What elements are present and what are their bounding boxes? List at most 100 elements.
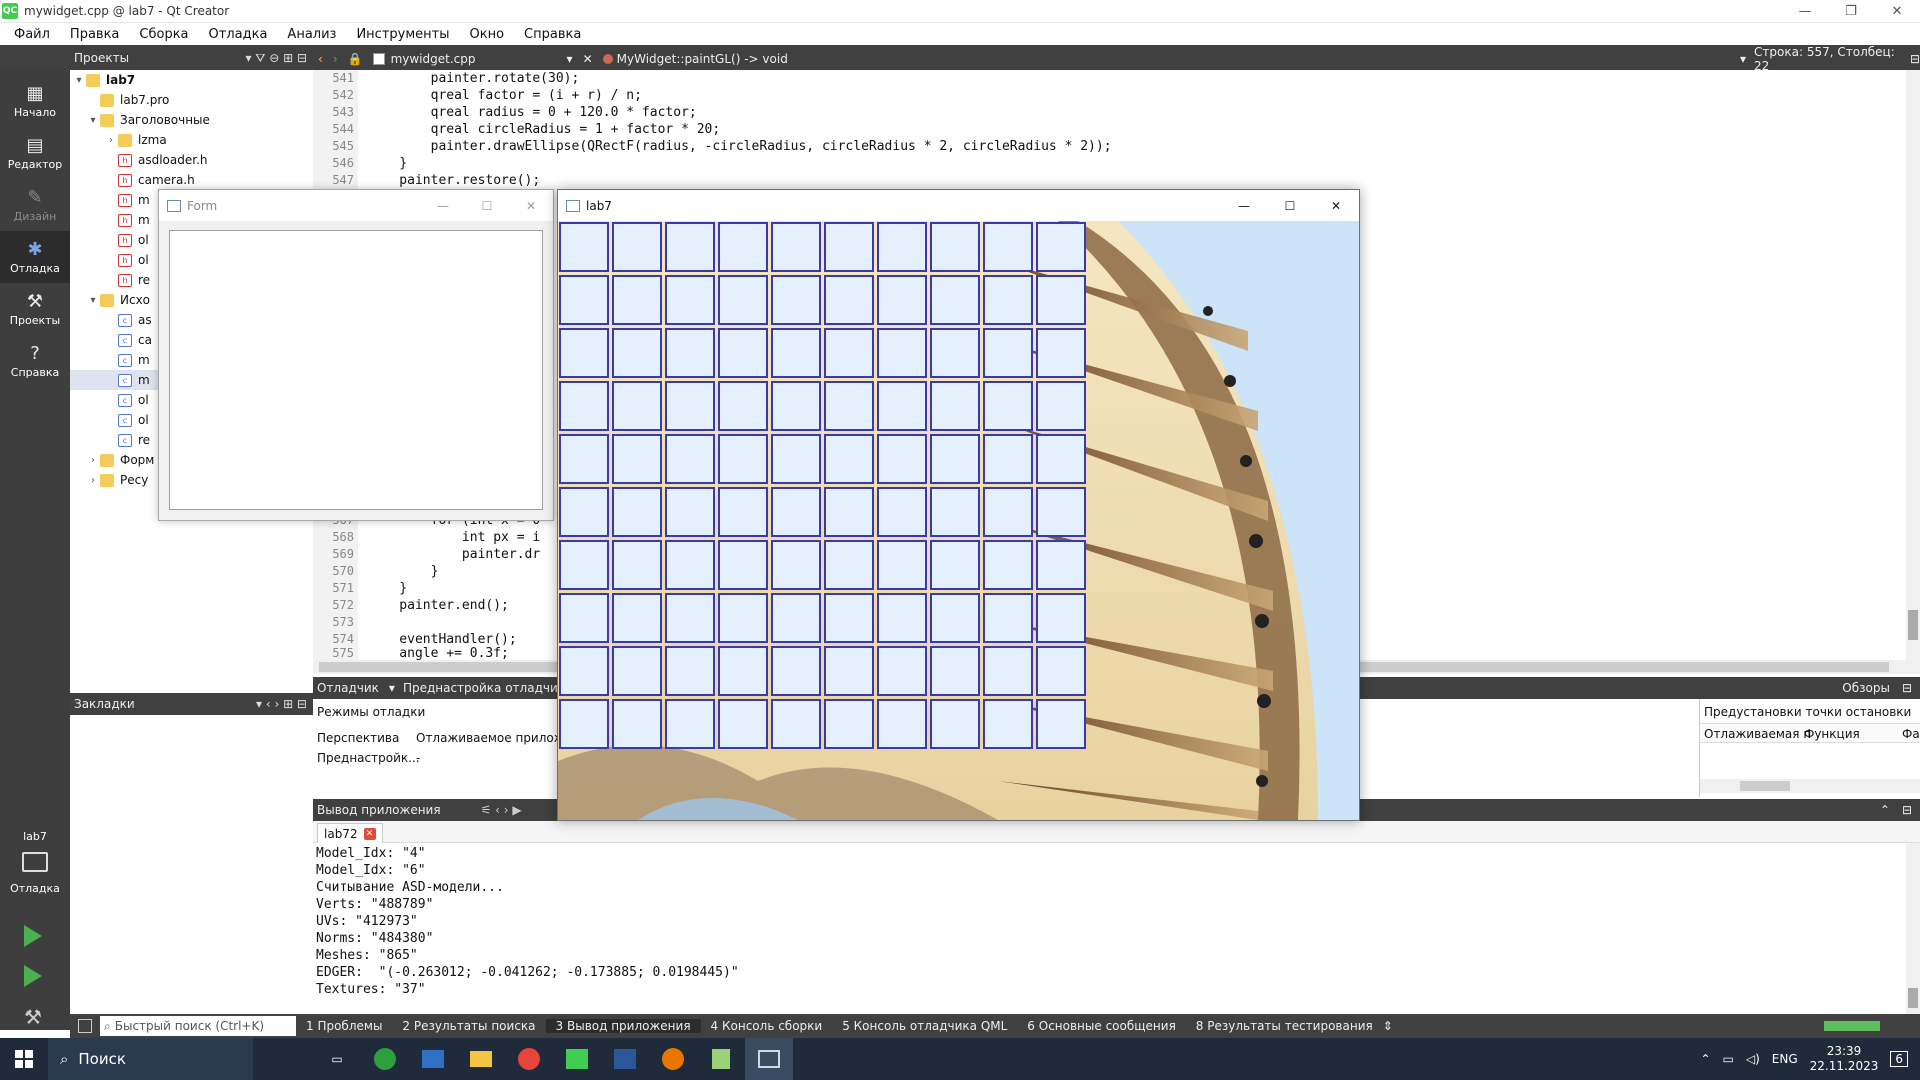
vertical-scrollbar[interactable] [1906,70,1920,660]
pane-app-output[interactable]: 3 Вывод приложения [545,1019,701,1033]
chevron-up-icon[interactable]: ⌃ [1700,1052,1710,1066]
yandex-browser-icon[interactable] [505,1038,553,1080]
minimize-button[interactable]: — [1782,0,1828,23]
bookmarks-options-icons[interactable]: ▾ ‹ › ⊞ ⊟ [256,697,307,711]
tree-item[interactable]: ▾ lab7 [70,70,313,90]
debugger-preset-tab[interactable]: Преднастройка отладчика [403,681,572,695]
pane-search-results[interactable]: 2 Результаты поиска [392,1019,545,1033]
task-view-icon[interactable]: ▭ [313,1038,361,1080]
restore-button[interactable]: ❐ [1828,0,1874,23]
close-file-icon[interactable]: ✕ [583,52,593,66]
output-toolbar-icons[interactable]: ⚟ ‹ › ▶ [481,803,522,817]
position-indicator[interactable]: ▾ Строка: 557, Столбец: 22 ⊟ [1740,45,1920,73]
mode-design[interactable]: ✎ Дизайн [0,179,70,231]
mode-sidebar: ▦ Начало ▤ Редактор ✎ Дизайн ✱ Отладка ⚒… [0,70,70,1030]
bp-column[interactable]: Отлаживаемая п [1704,727,1811,741]
grid-tile [559,487,609,537]
word-icon[interactable] [601,1038,649,1080]
grid-tile [824,487,874,537]
debug-run-icon[interactable] [24,965,42,987]
menu-tools[interactable]: Инструменты [346,27,459,42]
pane-issues[interactable]: 1 Проблемы [296,1019,392,1033]
tree-item[interactable]: lab7.pro [70,90,313,110]
network-icon[interactable]: ▭ [1723,1052,1734,1066]
menu-help[interactable]: Справка [514,27,591,42]
mode-debug[interactable]: ✱ Отладка [0,231,70,283]
horizontal-scrollbar[interactable] [1700,779,1920,793]
mode-projects[interactable]: ⚒ Проекты [0,283,70,335]
pane-compile-output[interactable]: 4 Консоль сборки [701,1019,833,1033]
projects-options-icons[interactable]: ▾ ⛛ ⊖ ⊞ ⊟ [245,51,307,66]
mode-label: Начало [13,106,56,119]
close-button[interactable]: ✕ [1874,0,1920,23]
taskbar-search[interactable]: ⌕ Поиск [48,1038,253,1080]
lab7-taskbar-icon[interactable] [745,1038,793,1080]
debugger-tab[interactable]: Отладчик [317,681,379,695]
pane-test-results[interactable]: 8 Результаты тестирования [1186,1019,1383,1033]
mode-edit[interactable]: ▤ Редактор [0,127,70,179]
maximize-button[interactable]: ☐ [1267,199,1313,213]
opengl-viewport[interactable] [558,221,1359,820]
pane-qml-debugger[interactable]: 5 Консоль отладчика QML [832,1019,1017,1033]
forward-icon[interactable]: › [333,52,338,66]
grid-tile [983,222,1033,272]
mode-welcome[interactable]: ▦ Начало [0,75,70,127]
close-tab-icon[interactable]: ✕ [363,827,376,840]
xbox-icon[interactable] [361,1038,409,1080]
windows-start-icon[interactable] [0,1038,48,1080]
blender-icon[interactable] [649,1038,697,1080]
tree-item[interactable]: h camera.h [70,170,313,190]
close-button[interactable]: ✕ [1313,199,1359,213]
reviews-label[interactable]: Обзоры [1842,681,1890,695]
split-icon[interactable]: ⊟ [1902,681,1912,695]
menu-build[interactable]: Сборка [129,27,198,42]
locator-input[interactable]: ⌕ Быстрый поиск (Ctrl+K) [100,1016,296,1036]
perspective-value[interactable]: Отлаживаемое приложен [416,731,580,745]
bp-column[interactable]: Фа [1902,727,1920,741]
split-icon[interactable]: ⊟ [1910,52,1920,66]
scroll-thumb[interactable] [1740,781,1790,791]
output-tab[interactable]: lab72 ✕ [317,823,383,843]
language-indicator[interactable]: ENG [1772,1052,1798,1066]
tree-item[interactable]: h asdloader.h [70,150,313,170]
qt-creator-taskbar-icon[interactable] [553,1038,601,1080]
maximize-button[interactable]: ☐ [465,199,509,213]
menu-window[interactable]: Окно [459,27,514,42]
bp-column[interactable]: Функция [1804,727,1860,741]
file-explorer-icon[interactable] [457,1038,505,1080]
projects-header: Проекты ▾ ⛛ ⊖ ⊞ ⊟ [70,47,313,69]
volume-icon[interactable]: ◁) [1746,1052,1760,1066]
folder-icon [100,293,114,307]
mode-help[interactable]: ? Справка [0,335,70,387]
toggle-sidebar-icon[interactable] [78,1019,92,1033]
back-icon[interactable]: ‹ [318,52,323,66]
menu-file[interactable]: Файл [4,27,60,42]
minimize-button[interactable]: — [421,199,465,213]
split-icon[interactable]: ⊟ [1902,803,1912,817]
scroll-thumb[interactable] [1908,610,1918,640]
powershell-icon[interactable] [409,1038,457,1080]
function-combo[interactable]: MyWidget::paintGL() -> void [602,52,788,66]
notification-icon[interactable]: 6 [1890,1051,1908,1067]
build-icon[interactable]: ⚒ [24,1005,42,1029]
tree-item[interactable]: ▾ Заголовочные [70,110,313,130]
pane-general-messages[interactable]: 6 Основные сообщения [1017,1019,1186,1033]
notepad-icon[interactable] [697,1038,745,1080]
tree-item[interactable]: › lzma [70,130,313,150]
file-combo[interactable]: mywidget.cpp ▾ [372,52,573,66]
menu-edit[interactable]: Правка [60,27,129,42]
monitor-icon[interactable] [22,852,48,872]
mode-label: Проекты [9,314,61,327]
folder-icon [100,113,114,127]
clock[interactable]: 23:39 22.11.2023 [1810,1044,1879,1074]
more-panes-icon[interactable]: ⇕ [1383,1019,1393,1033]
chevron-up-icon[interactable]: ⌃ [1880,803,1890,817]
close-button[interactable]: ✕ [509,199,553,213]
run-icon[interactable] [24,925,42,947]
minimize-button[interactable]: — [1221,199,1267,213]
menu-debug[interactable]: Отладка [199,27,278,42]
menu-analyze[interactable]: Анализ [277,27,346,42]
scroll-thumb[interactable] [1908,988,1918,1008]
grid-tile [877,646,927,696]
vertical-scrollbar[interactable] [1906,843,1920,1014]
